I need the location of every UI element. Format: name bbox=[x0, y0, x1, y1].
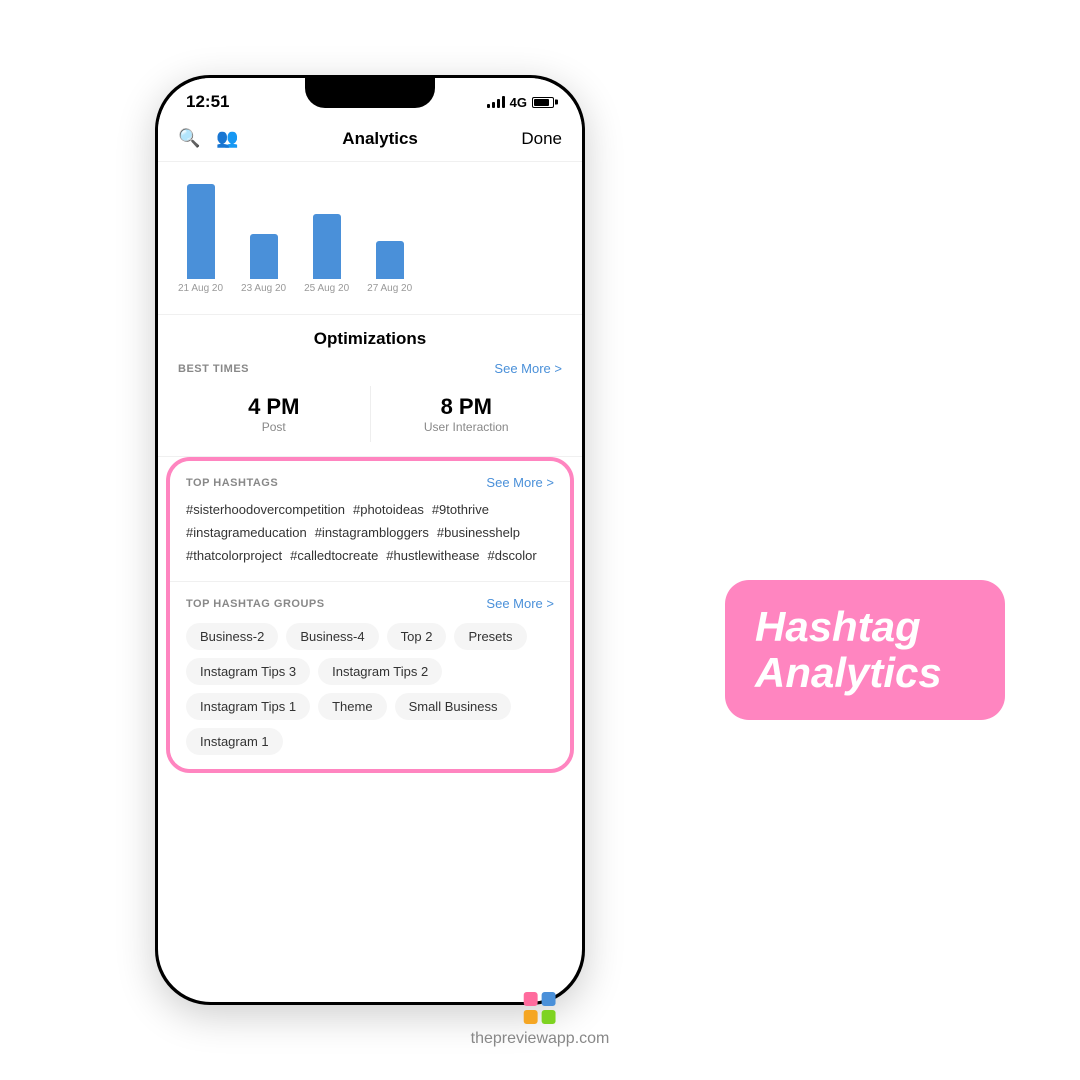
bar-label-1: 21 Aug 20 bbox=[178, 283, 223, 294]
page-title: Analytics bbox=[342, 129, 418, 149]
hashtag-tag: #instagrameducation bbox=[186, 525, 307, 540]
bar-label-3: 25 Aug 20 bbox=[304, 283, 349, 294]
group-chip[interactable]: Business-2 bbox=[186, 623, 278, 650]
bar-1 bbox=[187, 184, 215, 279]
app-header: 🔍 👥 Analytics Done bbox=[158, 120, 582, 162]
bar-4 bbox=[376, 241, 404, 279]
phone-screen: 12:51 4G 🔍 bbox=[158, 78, 582, 1002]
hashtag-tag: #thatcolorproject bbox=[186, 548, 282, 563]
status-time: 12:51 bbox=[186, 92, 229, 112]
hashtag-tag: #dscolor bbox=[488, 548, 537, 563]
group-chip[interactable]: Theme bbox=[318, 693, 386, 720]
optimizations-title: Optimizations bbox=[178, 329, 562, 349]
header-left-icons: 🔍 👥 bbox=[178, 128, 239, 149]
brand-url: thepreviewapp.com bbox=[471, 1030, 610, 1047]
badge-text: Hashtag Analytics bbox=[755, 604, 975, 696]
interaction-time-desc: User Interaction bbox=[371, 420, 563, 434]
times-row: 4 PM Post 8 PM User Interaction bbox=[178, 386, 562, 442]
done-button[interactable]: Done bbox=[521, 129, 562, 149]
hashtag-tag: #calledtocreate bbox=[290, 548, 378, 563]
page-container: 12:51 4G 🔍 bbox=[0, 0, 1080, 1080]
optimizations-section: Optimizations BEST TIMES See More > 4 PM… bbox=[158, 315, 582, 457]
badge-line2: Analytics bbox=[755, 649, 942, 696]
hashtags-see-more[interactable]: See More > bbox=[486, 475, 554, 490]
best-times-label: BEST TIMES bbox=[178, 363, 249, 375]
group-chip[interactable]: Instagram Tips 3 bbox=[186, 658, 310, 685]
phone-mockup: 12:51 4G 🔍 bbox=[155, 75, 585, 1005]
hashtag-tag: #sisterhoodovercompetition bbox=[186, 502, 345, 517]
hashtag-tag: #9tothrive bbox=[432, 502, 489, 517]
time-item-interaction: 8 PM User Interaction bbox=[371, 386, 563, 442]
groups-label: TOP HASHTAG GROUPS bbox=[186, 598, 325, 610]
battery-icon bbox=[532, 97, 554, 108]
search-icon[interactable]: 🔍 bbox=[178, 128, 200, 149]
logo-icon bbox=[524, 992, 556, 1024]
top-hashtags-section: TOP HASHTAGS See More > #sisterhoodoverc… bbox=[170, 461, 570, 581]
bar-label-2: 23 Aug 20 bbox=[241, 283, 286, 294]
bar-3 bbox=[313, 214, 341, 279]
group-chip[interactable]: Small Business bbox=[395, 693, 512, 720]
bar-2 bbox=[250, 234, 278, 279]
groups-see-more[interactable]: See More > bbox=[486, 596, 554, 611]
signal-icon bbox=[487, 96, 505, 108]
group-chip[interactable]: Presets bbox=[454, 623, 526, 650]
group-chips-list: Business-2 Business-4 Top 2 Presets Inst… bbox=[186, 623, 554, 755]
users-icon[interactable]: 👥 bbox=[216, 128, 238, 149]
group-chip[interactable]: Top 2 bbox=[387, 623, 447, 650]
chart-area: 21 Aug 20 23 Aug 20 25 Aug 20 27 Aug 20 bbox=[158, 162, 582, 315]
hashtag-tags-list: #sisterhoodovercompetition #photoideas #… bbox=[186, 502, 554, 563]
time-item-post: 4 PM Post bbox=[178, 386, 371, 442]
hashtag-tag: #hustlewithease bbox=[386, 548, 479, 563]
hashtags-section-header: TOP HASHTAGS See More > bbox=[186, 475, 554, 490]
top-hashtag-groups-section: TOP HASHTAG GROUPS See More > Business-2… bbox=[170, 581, 570, 769]
hashtag-tag: #photoideas bbox=[353, 502, 424, 517]
group-chip[interactable]: Business-4 bbox=[286, 623, 378, 650]
post-time-desc: Post bbox=[178, 420, 370, 434]
network-label: 4G bbox=[510, 95, 527, 110]
bar-label-4: 27 Aug 20 bbox=[367, 283, 412, 294]
brand-logo bbox=[524, 992, 556, 1024]
hashtag-tag: #businesshelp bbox=[437, 525, 520, 540]
bar-group-2: 23 Aug 20 bbox=[241, 234, 286, 294]
branding: thepreviewapp.com bbox=[471, 992, 610, 1048]
best-times-see-more[interactable]: See More > bbox=[494, 361, 562, 376]
group-chip[interactable]: Instagram Tips 1 bbox=[186, 693, 310, 720]
bar-chart: 21 Aug 20 23 Aug 20 25 Aug 20 27 Aug 20 bbox=[178, 178, 562, 298]
bar-group-3: 25 Aug 20 bbox=[304, 214, 349, 294]
best-times-header: BEST TIMES See More > bbox=[178, 361, 562, 376]
hashtag-tag: #instagrambloggers bbox=[315, 525, 429, 540]
interaction-time-value: 8 PM bbox=[371, 394, 563, 420]
groups-section-header: TOP HASHTAG GROUPS See More > bbox=[186, 596, 554, 611]
phone-notch bbox=[305, 78, 435, 108]
group-chip[interactable]: Instagram Tips 2 bbox=[318, 658, 442, 685]
badge-line1: Hashtag bbox=[755, 603, 921, 650]
bar-group-4: 27 Aug 20 bbox=[367, 241, 412, 294]
hashtags-label: TOP HASHTAGS bbox=[186, 477, 278, 489]
group-chip[interactable]: Instagram 1 bbox=[186, 728, 283, 755]
bar-group-1: 21 Aug 20 bbox=[178, 184, 223, 294]
status-icons: 4G bbox=[487, 95, 554, 110]
hashtag-analytics-badge: Hashtag Analytics bbox=[725, 580, 1005, 720]
pink-highlight-box: TOP HASHTAGS See More > #sisterhoodoverc… bbox=[166, 457, 574, 773]
post-time-value: 4 PM bbox=[178, 394, 370, 420]
